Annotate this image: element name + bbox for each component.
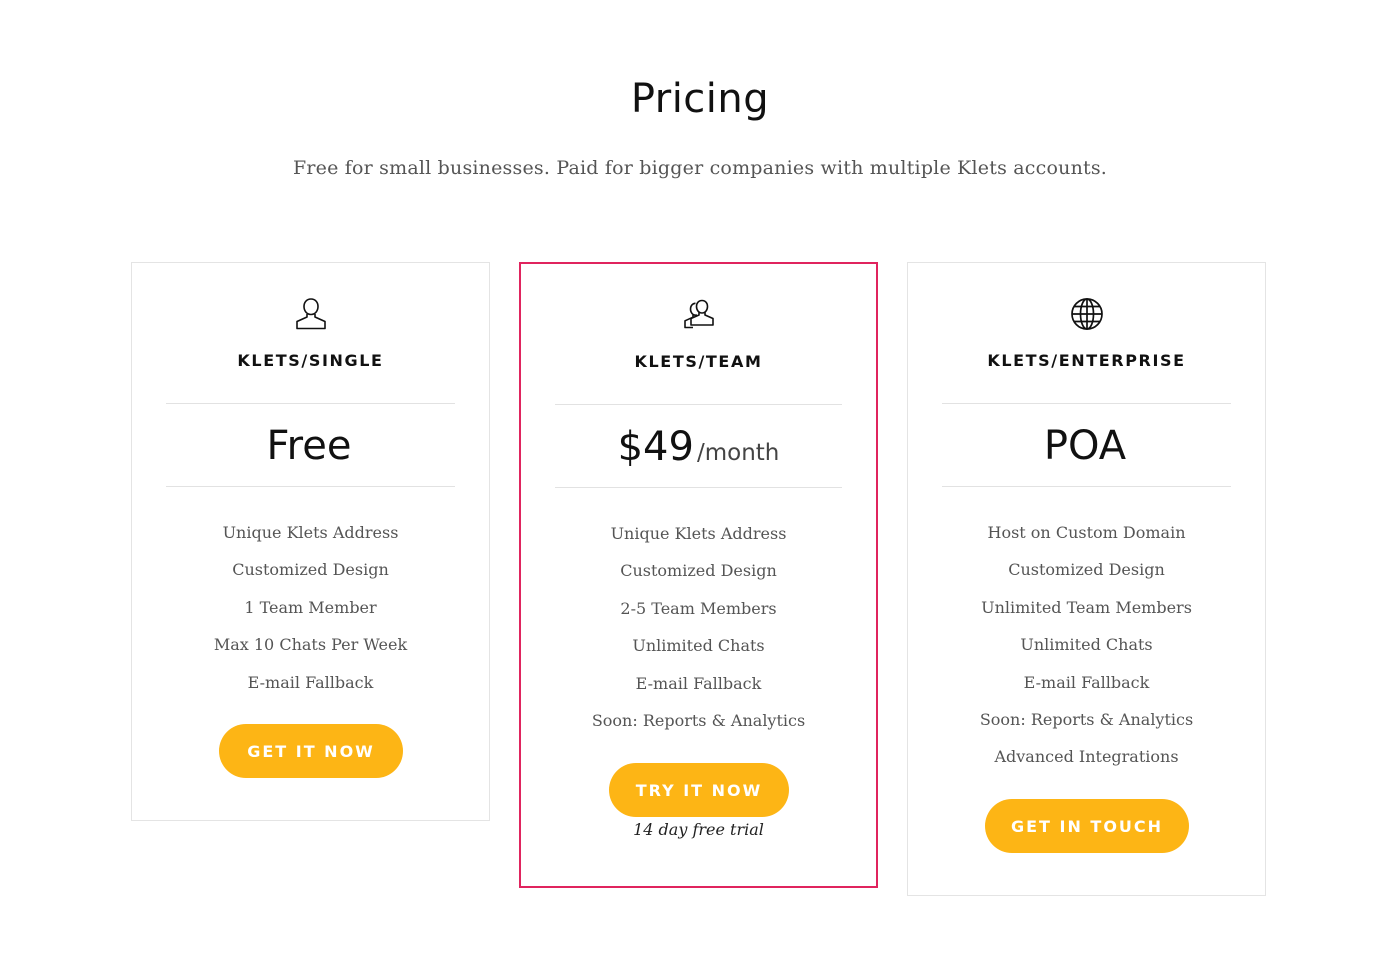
feature-item: Unique Klets Address (222, 523, 399, 542)
feature-list: Unique Klets Address Customized Design 1… (132, 521, 489, 708)
feature-item: E-mail Fallback (635, 673, 762, 693)
feature-item: Advanced Integrations (994, 747, 1179, 767)
feature-item: Customized Design (620, 561, 777, 581)
divider (166, 403, 455, 404)
price-amount: Free (266, 423, 352, 469)
pricing-card-team: KLETS/TEAM $49 /month Unique Klets Addre… (519, 262, 878, 888)
feature-item: Customized Design (232, 560, 389, 580)
feature-item: Unlimited Chats (1020, 635, 1153, 655)
divider (166, 486, 455, 487)
get-it-now-button[interactable]: GET IT NOW (219, 724, 403, 778)
feature-list: Host on Custom Domain Customized Design … (908, 521, 1265, 783)
price-amount: $49 (617, 424, 694, 470)
feature-item: E-mail Fallback (1023, 672, 1150, 692)
divider (555, 487, 842, 488)
feature-item: E-mail Fallback (247, 672, 374, 692)
plan-name: KLETS/ENTERPRISE (987, 351, 1186, 370)
divider (942, 486, 1231, 487)
plan-name: KLETS/SINGLE (237, 351, 384, 370)
price-period: /month (696, 440, 780, 466)
pricing-card-single: KLETS/SINGLE Free Unique Klets Address C… (131, 262, 490, 821)
price: $49 /month (521, 424, 876, 474)
feature-item: Unlimited Team Members (981, 597, 1192, 617)
feature-item: 2-5 Team Members (620, 598, 777, 618)
pricing-card-enterprise: KLETS/ENTERPRISE POA Host on Custom Doma… (907, 262, 1266, 896)
feature-item: Customized Design (1008, 560, 1165, 580)
divider (942, 403, 1231, 404)
user-icon (132, 295, 489, 335)
feature-item: Max 10 Chats Per Week (213, 635, 408, 655)
users-icon (521, 296, 876, 336)
feature-item: Unique Klets Address (610, 524, 787, 543)
divider (555, 404, 842, 405)
feature-item: 1 Team Member (244, 597, 377, 617)
feature-item: Soon: Reports & Analytics (979, 709, 1194, 729)
price: Free (132, 423, 489, 473)
plan-name: KLETS/TEAM (634, 352, 763, 371)
feature-item: Host on Custom Domain (987, 523, 1186, 542)
feature-list: Unique Klets Address Customized Design 2… (521, 522, 876, 746)
feature-item: Unlimited Chats (632, 636, 765, 656)
page-subtitle: Free for small businesses. Paid for bigg… (292, 157, 1108, 179)
price: POA (908, 423, 1265, 473)
page-title: Pricing (630, 76, 770, 122)
price-amount: POA (1043, 423, 1127, 469)
try-it-now-button[interactable]: TRY IT NOW (609, 763, 789, 817)
get-in-touch-button[interactable]: GET IN TOUCH (985, 799, 1189, 853)
trial-note: 14 day free trial (633, 820, 764, 839)
globe-icon (908, 295, 1265, 335)
feature-item: Soon: Reports & Analytics (591, 710, 806, 730)
